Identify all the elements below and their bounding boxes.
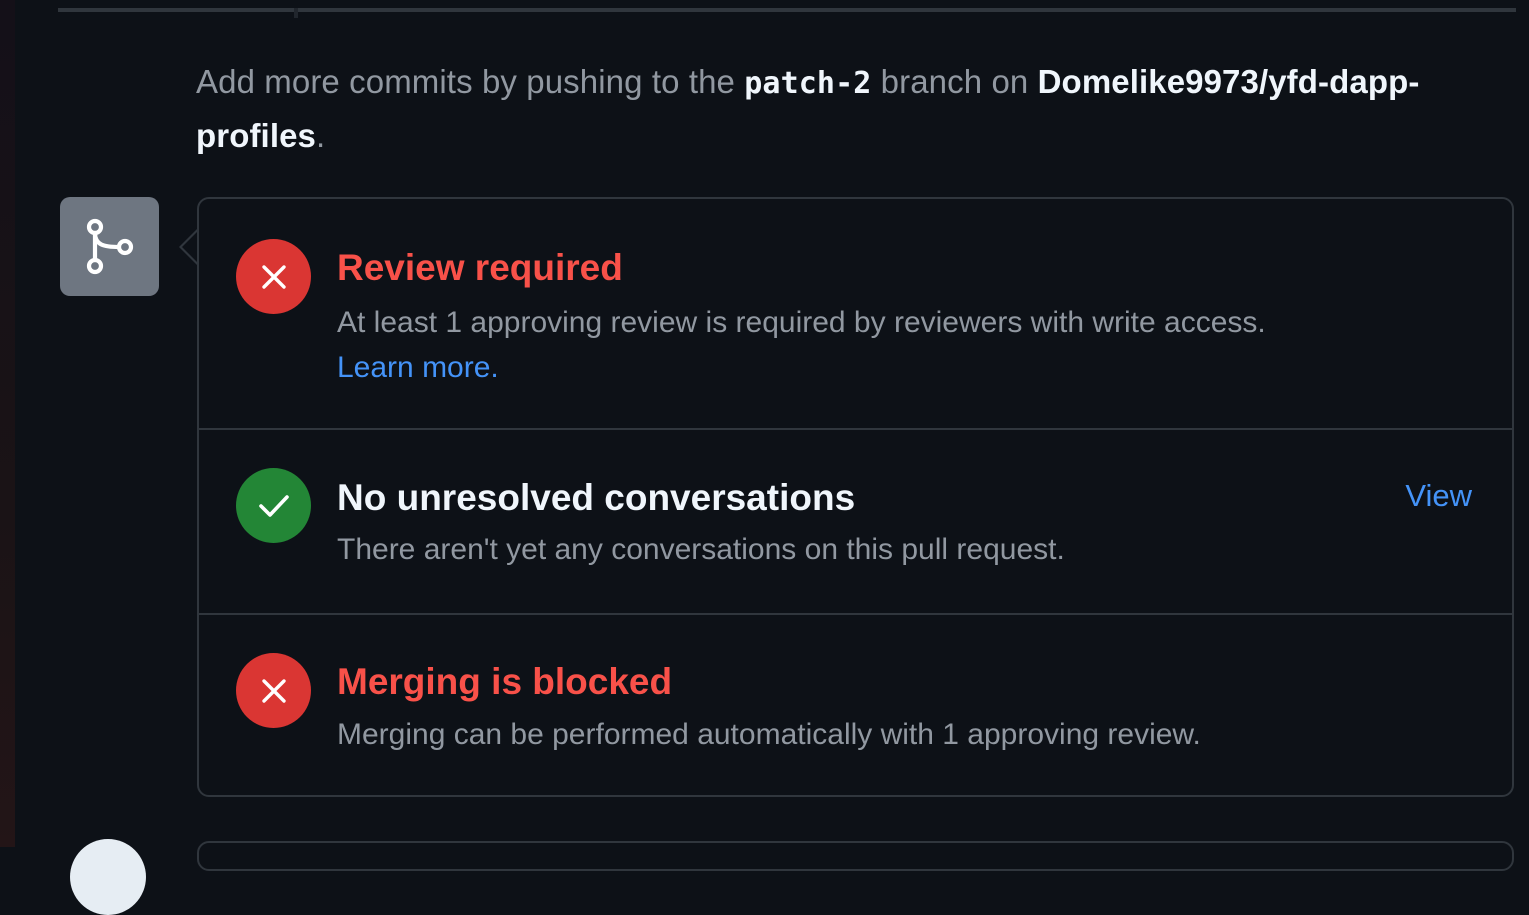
check-merging-blocked: Merging is blocked Merging can be perfor…: [199, 615, 1512, 795]
check-icon: [236, 468, 311, 543]
check-description: There aren't yet any conversations on th…: [337, 533, 1065, 566]
x-icon: [236, 653, 311, 728]
check-description: Merging can be performed automatically w…: [337, 718, 1201, 751]
view-conversations-link[interactable]: View: [1405, 474, 1472, 518]
check-review-required: Review required At least 1 approving rev…: [199, 199, 1512, 430]
check-title: No unresolved conversations: [337, 477, 856, 518]
x-icon-glyph: [261, 264, 286, 289]
check-title: Merging is blocked: [337, 661, 673, 702]
push-note-middle: branch on: [871, 63, 1038, 100]
learn-more-link[interactable]: Learn more.: [337, 345, 499, 390]
check-unresolved-conversations: No unresolved conversations There aren't…: [199, 430, 1512, 615]
divider-notch: [294, 8, 298, 18]
check-title: Review required: [337, 247, 623, 288]
avatar[interactable]: [70, 839, 146, 915]
window-edge: [0, 0, 15, 847]
next-timeline-box: [197, 841, 1514, 871]
check-icon-glyph: [258, 494, 289, 517]
push-note-suffix: .: [316, 117, 326, 154]
push-instructions: Add more commits by pushing to the patch…: [196, 56, 1456, 162]
merge-checks-panel: Review required At least 1 approving rev…: [197, 197, 1514, 797]
branch-name: patch-2: [744, 66, 872, 101]
git-merge-icon-glyph: [86, 218, 133, 274]
x-icon-glyph: [261, 678, 286, 703]
x-icon: [236, 239, 311, 314]
timeline-divider: [58, 8, 1516, 18]
check-description: At least 1 approving review is required …: [337, 306, 1266, 339]
push-note-prefix: Add more commits by pushing to the: [196, 63, 745, 100]
git-merge-icon: [60, 197, 159, 296]
